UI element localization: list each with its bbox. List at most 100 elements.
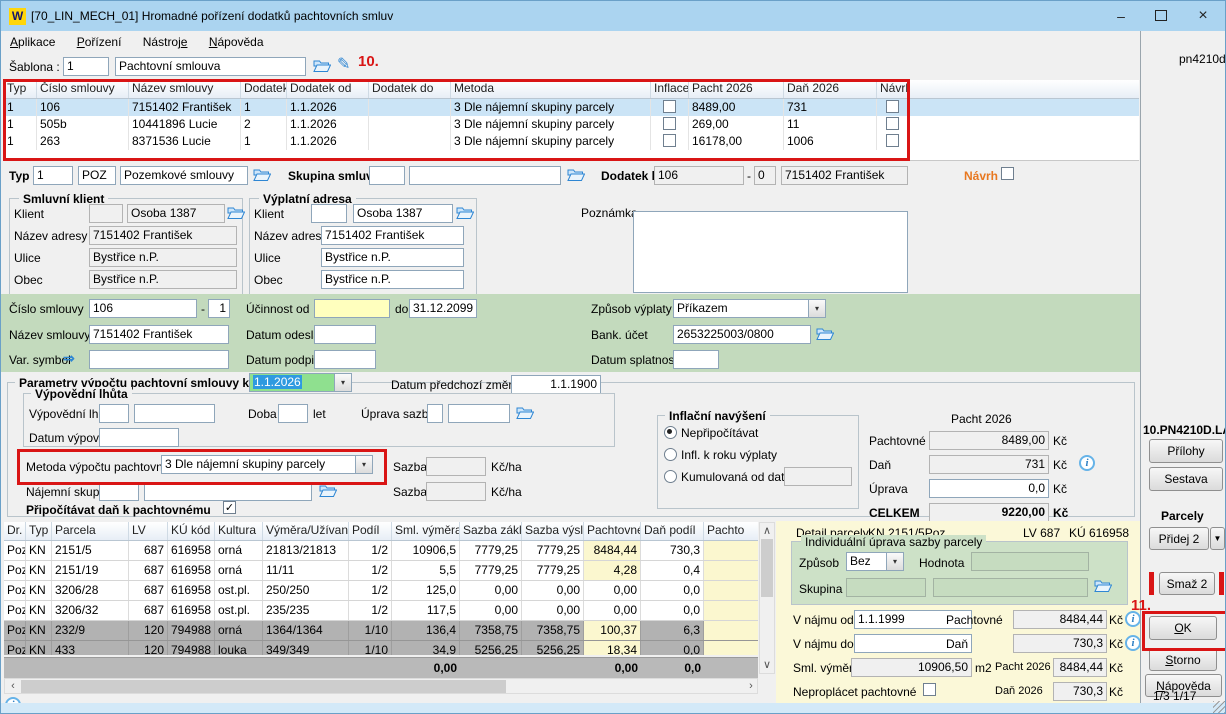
radio-infl-k-roku[interactable] <box>664 448 677 461</box>
parcel-row[interactable]: PozKN433120794988louka349/3491/1034,9525… <box>4 641 758 655</box>
menu-nastroje[interactable]: Nástroje <box>134 31 197 52</box>
payout-ulice-field[interactable]: Bystřice n.P. <box>321 248 464 267</box>
smaz-button[interactable]: Smaž 2 <box>1159 572 1215 595</box>
payout-klient-code-field[interactable] <box>311 204 347 223</box>
vypovedni-lhuta-name-field[interactable] <box>134 404 215 423</box>
ucinnost-do-field[interactable]: 31.12.2099 <box>409 299 477 318</box>
doba-field[interactable] <box>278 404 308 423</box>
parcel-row[interactable]: PozKN3206/28687616958ost.pl.250/2501/212… <box>4 581 758 601</box>
skupina-smluv-folder-icon[interactable] <box>567 167 585 182</box>
nazev-smlouvy-field[interactable]: 7151402 František <box>89 325 229 344</box>
bank-ucet-field[interactable]: 2653225003/0800 <box>673 325 811 344</box>
close-button[interactable]: × <box>1183 1 1223 31</box>
zpusob-vyplaty-combo[interactable]: Příkazem ▾ <box>673 299 826 318</box>
parcel-grid-hscrollbar[interactable]: ‹ › <box>4 678 758 694</box>
poznamka-textarea[interactable] <box>633 211 908 293</box>
pripocitavat-dan-checkbox[interactable]: ✓ <box>223 501 236 514</box>
payout-nazev-adresy-field[interactable]: 7151402 František <box>321 226 464 245</box>
scroll-right-icon[interactable]: › <box>745 679 757 693</box>
template-number-field[interactable]: 1 <box>63 57 109 76</box>
typ-field[interactable]: 1 <box>33 166 73 185</box>
ok-button[interactable]: OK <box>1149 616 1217 640</box>
radio-neprippocitavat[interactable] <box>664 426 677 439</box>
ucinnost-od-field[interactable] <box>314 299 390 318</box>
najemni-skupina-name-field[interactable] <box>144 482 312 501</box>
uprava-sazby-code-field[interactable] <box>427 404 443 423</box>
datum-podpisu-field[interactable] <box>314 350 376 369</box>
bank-ucet-folder-icon[interactable] <box>816 326 834 341</box>
datum-vypovedi-field[interactable] <box>99 428 179 447</box>
checkbox[interactable] <box>886 100 899 113</box>
menu-aplikace[interactable]: Aplikace <box>1 31 64 52</box>
vypovedni-lhuta-code-field[interactable] <box>99 404 129 423</box>
radio-kumulovana[interactable] <box>664 470 677 483</box>
checkbox[interactable] <box>663 100 676 113</box>
skupina-smluv-code-field[interactable] <box>369 166 405 185</box>
cislo-smlouvy-field[interactable]: 106 <box>89 299 197 318</box>
payout-obec-field[interactable]: Bystřice n.P. <box>321 270 464 289</box>
parcel-row[interactable]: PozKN232/9120794988orná1364/13641/10136,… <box>4 621 758 641</box>
pacht-2026-label: Pacht 2026 <box>995 661 1051 673</box>
chevron-down-icon[interactable]: ▾ <box>335 373 352 392</box>
uprava-sazby-name-field[interactable] <box>448 404 510 423</box>
chevron-down-icon[interactable]: ▾ <box>356 455 373 474</box>
payout-klient-name-field[interactable]: Osoba 1387 <box>353 204 453 223</box>
najemni-skupina-code-field[interactable] <box>99 482 139 501</box>
scroll-up-icon[interactable]: ∧ <box>760 524 774 538</box>
typ-name-field[interactable]: Pozemkové smlouvy <box>120 166 248 185</box>
checkbox[interactable] <box>663 117 676 130</box>
vscroll-thumb[interactable] <box>761 539 773 597</box>
sestava-button[interactable]: Sestava <box>1149 467 1223 491</box>
detail-dan-field: 730,3 <box>1013 634 1107 653</box>
parcel-row[interactable]: PozKN3206/32687616958ost.pl.235/2351/211… <box>4 601 758 621</box>
var-symbol-field[interactable] <box>89 350 229 369</box>
checkbox[interactable] <box>886 117 899 130</box>
scroll-left-icon[interactable]: ‹ <box>7 679 19 693</box>
storno-button[interactable]: Storno <box>1149 648 1217 671</box>
prilohy-button[interactable]: Přílohy <box>1149 439 1223 463</box>
cell: 687 <box>129 601 168 620</box>
pridej-dropdown-icon[interactable]: ▼ <box>1210 527 1225 550</box>
parametry-date-combo[interactable]: 1.1.2026 ▾ <box>249 373 352 392</box>
checkbox[interactable] <box>886 134 899 147</box>
contract-row[interactable]: 1505b10441896 Lucie21.1.20263 Dle nájemn… <box>4 116 1139 133</box>
chevron-down-icon[interactable]: ▾ <box>887 552 904 571</box>
menu-napoveda[interactable]: Nápověda <box>200 31 273 52</box>
template-open-folder-icon[interactable] <box>313 58 331 73</box>
var-symbol-arrow-icon[interactable]: ⇒ <box>63 350 75 367</box>
menu-porizeni[interactable]: Pořízení <box>68 31 131 52</box>
checkbox[interactable] <box>663 134 676 147</box>
contract-row[interactable]: 11067151402 František11.1.20263 Dle náje… <box>4 99 1139 116</box>
datum-splatnosti-field[interactable] <box>673 350 719 369</box>
detail-vscrollbar[interactable]: ∧ ∨ <box>759 522 775 674</box>
scroll-down-icon[interactable]: ∨ <box>760 658 774 672</box>
typ-code-field[interactable]: POZ <box>78 166 116 185</box>
resize-grip[interactable] <box>1213 701 1226 714</box>
zpusob-combo[interactable]: Bez ▾ <box>846 552 904 571</box>
skupina-smluv-name-field[interactable] <box>409 166 561 185</box>
parcel-row[interactable]: PozKN2151/5687616958orná21813/218131/210… <box>4 541 758 561</box>
hscroll-thumb[interactable] <box>21 680 506 693</box>
parcel-row[interactable]: PozKN2151/19687616958orná11/111/25,57779… <box>4 561 758 581</box>
maximize-button[interactable] <box>1141 1 1181 31</box>
template-edit-pencil-icon[interactable]: ✎ <box>337 54 350 74</box>
datum-odeslani-field[interactable] <box>314 325 376 344</box>
contract-row[interactable]: 12638371536 Lucie11.1.20263 Dle nájemní … <box>4 133 1139 150</box>
uprava-field[interactable]: 0,0 <box>929 479 1049 498</box>
skupina-folder-icon[interactable] <box>1094 578 1112 593</box>
minimize-button[interactable]: – <box>1101 1 1141 31</box>
dan-info-icon[interactable]: i <box>1079 455 1095 471</box>
najemni-skupina-folder-icon[interactable] <box>319 483 337 498</box>
neproplacet-checkbox[interactable] <box>923 683 936 696</box>
typ-open-folder-icon[interactable] <box>253 167 271 182</box>
detail-dan-info-icon[interactable]: i <box>1125 635 1141 651</box>
uprava-sazby-folder-icon[interactable] <box>516 405 534 420</box>
payout-klient-folder-icon[interactable] <box>456 205 474 220</box>
template-name-field[interactable]: Pachtovní smlouva <box>115 57 306 76</box>
navrh-checkbox[interactable] <box>1001 167 1014 180</box>
pridej-button[interactable]: Přidej 2 <box>1149 527 1209 550</box>
metoda-vypoctu-combo[interactable]: 3 Dle nájemní skupiny parcely ▾ <box>161 455 373 474</box>
chevron-down-icon[interactable]: ▾ <box>809 299 826 318</box>
klient-folder-icon[interactable] <box>227 205 245 220</box>
cislo-poradi-field[interactable]: 1 <box>208 299 230 318</box>
